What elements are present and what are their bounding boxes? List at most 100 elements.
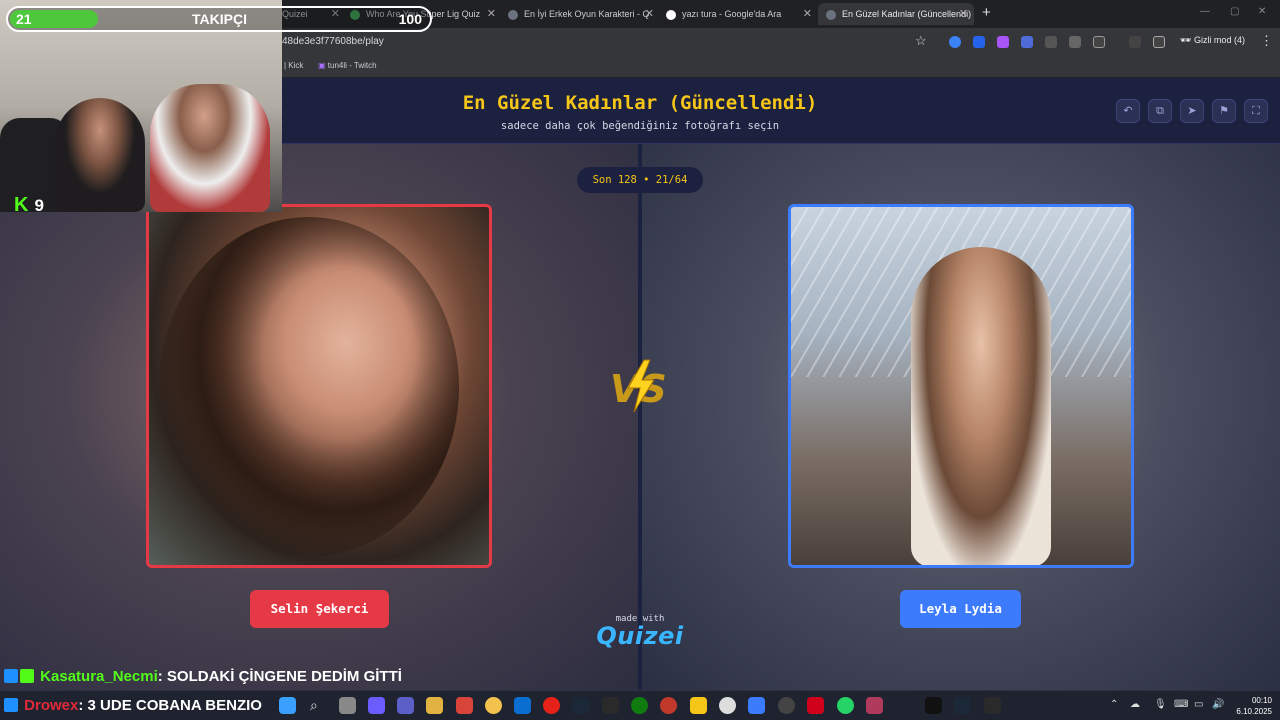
keyboard-icon[interactable]: ⌨ xyxy=(1174,699,1188,710)
bookmark-twitch[interactable]: ▣ tun4li - Twitch xyxy=(318,61,377,70)
steam-icon[interactable] xyxy=(954,697,971,714)
center-divider xyxy=(638,144,642,690)
bookmark-star-icon[interactable]: ☆ xyxy=(915,33,927,49)
cloud-icon[interactable]: ☁ xyxy=(1130,699,1140,710)
system-clock[interactable]: 00:10 6.10.2025 xyxy=(1232,695,1272,717)
share-icon[interactable]: ⧉ xyxy=(1148,99,1172,123)
follower-goal: 100 xyxy=(398,11,422,27)
send-icon[interactable]: ➤ xyxy=(1180,99,1204,123)
tray-overflow-icon[interactable]: ⌃ xyxy=(1110,699,1118,710)
right-name-button[interactable]: Leyla Lydia xyxy=(900,590,1021,628)
extension-icon[interactable] xyxy=(1069,36,1081,48)
translate-extension-icon[interactable] xyxy=(1021,36,1033,48)
pen-extension-icon[interactable] xyxy=(997,36,1009,48)
incognito-indicator[interactable]: 🕶 Gizli mod (4) xyxy=(1180,35,1245,46)
photo-detail xyxy=(159,217,459,557)
network-icon[interactable]: ▭ xyxy=(1194,699,1203,710)
rockstar-icon[interactable] xyxy=(690,697,707,714)
screen: Quizei ✕ Who Are You Süper Lig Quiz ✕ En… xyxy=(0,0,1280,720)
tab-google-search[interactable]: yazı tura - Google'da Ara ✕ xyxy=(666,3,812,25)
google-icon xyxy=(666,9,676,20)
app-icon[interactable] xyxy=(807,697,824,714)
whatsapp-icon[interactable] xyxy=(837,697,854,714)
side-panel-icon[interactable] xyxy=(1153,36,1165,48)
round-indicator: Son 128 • 21/64 xyxy=(577,167,703,193)
steam-icon[interactable] xyxy=(572,697,589,714)
extension-icon[interactable] xyxy=(973,36,985,48)
tab-oyun-karakteri[interactable]: En İyi Erkek Oyun Karakteri - Q ✕ xyxy=(508,3,654,25)
chat-badge-icon xyxy=(4,669,18,683)
url-field[interactable]: 48de3e3f77608be/play xyxy=(282,36,384,47)
task-view-icon[interactable] xyxy=(339,697,356,714)
kick-viewer-count: K9 xyxy=(14,194,44,217)
xbox-icon[interactable] xyxy=(631,697,648,714)
volume-icon[interactable]: 🔊 xyxy=(1212,699,1224,710)
teams-icon[interactable] xyxy=(397,697,414,714)
menu-icon[interactable]: ⋮ xyxy=(1260,33,1273,49)
app-icon[interactable] xyxy=(925,697,942,714)
close-icon[interactable]: ✕ xyxy=(959,3,968,25)
outlook-icon[interactable] xyxy=(514,697,531,714)
microphone-icon[interactable]: 🎙 xyxy=(1154,699,1167,710)
webcam-person xyxy=(55,98,145,212)
reading-list-icon[interactable] xyxy=(1129,36,1141,48)
puzzle-icon[interactable] xyxy=(1093,36,1105,48)
tab-title: yazı tura - Google'da Ara xyxy=(682,9,782,19)
obs-icon[interactable] xyxy=(778,697,795,714)
app-icon[interactable] xyxy=(748,697,765,714)
clock-date: 6.10.2025 xyxy=(1236,707,1272,716)
right-choice-card[interactable] xyxy=(788,204,1134,568)
tab-title: En Güzel Kadınlar (Güncellendi) xyxy=(842,9,972,19)
clock-time: 00:10 xyxy=(1251,696,1272,705)
chat-badge-icon xyxy=(4,698,18,712)
kick-logo-icon: K xyxy=(14,194,29,216)
app-icon[interactable] xyxy=(866,697,883,714)
follower-current: 21 xyxy=(16,11,32,27)
chat-badge-icon xyxy=(20,669,34,683)
undo-icon[interactable]: ↶ xyxy=(1116,99,1140,123)
windows-start-icon[interactable] xyxy=(279,697,296,714)
left-photo[interactable] xyxy=(149,207,489,565)
minimize-icon[interactable]: — xyxy=(1200,6,1210,17)
youtube-icon[interactable] xyxy=(543,697,560,714)
maximize-icon[interactable]: ▢ xyxy=(1230,6,1239,17)
left-name-button[interactable]: Selin Şekerci xyxy=(250,590,389,628)
file-explorer-icon[interactable] xyxy=(426,697,443,714)
epic-games-icon[interactable] xyxy=(602,697,619,714)
webcam-person xyxy=(150,84,270,212)
chat-username: Kasatura_Necmi xyxy=(40,668,158,685)
vs-icon: VS xyxy=(610,359,667,413)
image-extension-icon[interactable] xyxy=(1045,36,1057,48)
quizei-logo[interactable]: Quizei xyxy=(590,622,690,650)
taskbar: Drowex: 3 UDE COBANA BENZIO ⌕ ⌃ ☁ 🎙 ⌨ ▭ … xyxy=(0,690,1280,720)
incognito-icon: 🕶 xyxy=(1180,35,1194,45)
viewer-count: 9 xyxy=(34,196,44,215)
bookmark-kick[interactable]: | Kick xyxy=(284,61,303,70)
tab-title: En İyi Erkek Oyun Karakteri - Q xyxy=(524,9,650,19)
chat-message: Drowex: 3 UDE COBANA BENZIO xyxy=(4,697,262,714)
close-icon[interactable]: ✕ xyxy=(803,3,812,25)
chat-text: : 3 UDE COBANA BENZIO xyxy=(78,697,262,714)
right-photo[interactable] xyxy=(791,207,1131,565)
close-icon[interactable]: ✕ xyxy=(645,3,654,25)
incognito-label: Gizli mod (4) xyxy=(1193,35,1245,45)
new-tab-button[interactable]: + xyxy=(982,4,991,21)
close-icon[interactable]: ✕ xyxy=(487,3,496,25)
copilot-icon[interactable] xyxy=(368,697,385,714)
epic-games-icon[interactable] xyxy=(984,697,1001,714)
flag-icon[interactable]: ⚑ xyxy=(1212,99,1236,123)
chat-message: Kasatura_Necmi: SOLDAKİ ÇİNGENE DEDİM Gİ… xyxy=(4,668,402,685)
app-icon[interactable] xyxy=(456,697,473,714)
extension-icon[interactable] xyxy=(949,36,961,48)
page-favicon-icon xyxy=(508,9,518,20)
close-window-icon[interactable]: ✕ xyxy=(1258,6,1266,17)
left-choice-card[interactable] xyxy=(146,204,492,568)
tab-active[interactable]: En Güzel Kadınlar (Güncellendi) ✕ xyxy=(818,3,974,25)
app-icon[interactable] xyxy=(719,697,736,714)
app-icon[interactable] xyxy=(660,697,677,714)
search-icon[interactable]: ⌕ xyxy=(310,697,327,714)
page-favicon-icon xyxy=(826,9,836,20)
chrome-icon[interactable] xyxy=(485,697,502,714)
twitch-icon: ▣ xyxy=(318,61,328,70)
fullscreen-icon[interactable]: ⛶ xyxy=(1244,99,1268,123)
